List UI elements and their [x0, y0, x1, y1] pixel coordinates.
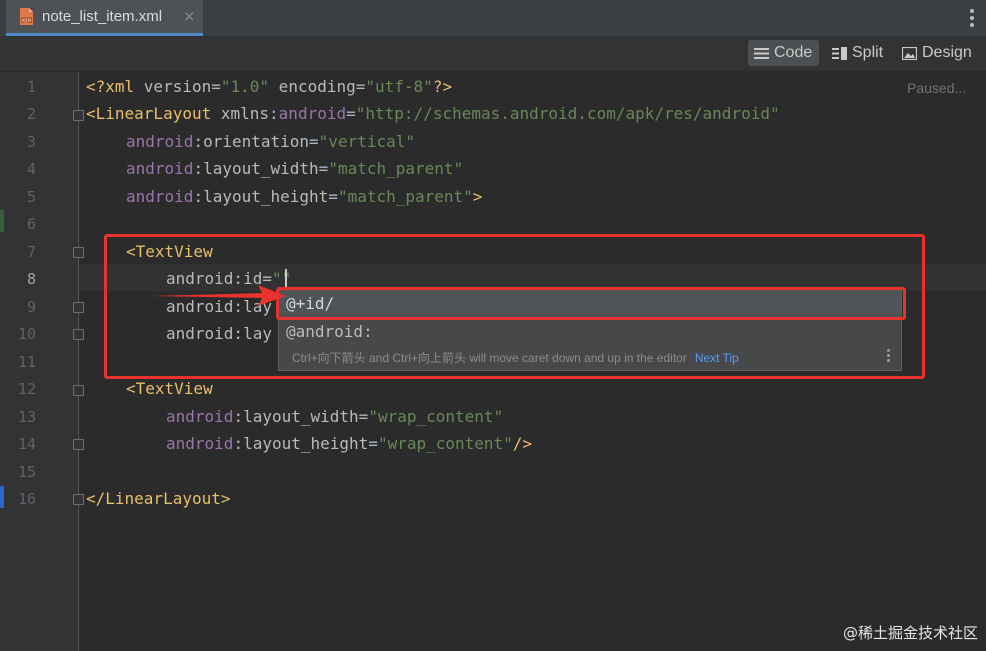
fold-marker-icon[interactable]	[73, 494, 84, 505]
more-options-icon[interactable]	[970, 9, 974, 27]
split-view-icon	[832, 46, 847, 60]
split-view-button[interactable]: Split	[826, 40, 892, 66]
line-number: 15	[17, 463, 36, 481]
editor-tab-bar: </> note_list_item.xml ×	[0, 0, 986, 37]
code-line-14[interactable]: android:layout_height="wrap_content"/>	[166, 434, 532, 454]
file-tab[interactable]: </> note_list_item.xml ×	[6, 0, 203, 36]
code-lines-icon	[754, 47, 769, 59]
line-number: 12	[17, 380, 36, 398]
image-icon	[902, 46, 917, 60]
code-line-12[interactable]: <TextView	[126, 379, 213, 399]
close-icon[interactable]: ×	[183, 7, 196, 25]
line-number: 1	[26, 78, 36, 96]
line-number: 9	[26, 298, 36, 316]
code-view-button[interactable]: Code	[748, 40, 819, 66]
line-number: 7	[26, 243, 36, 261]
design-view-label: Design	[922, 44, 972, 61]
line-number: 4	[26, 160, 36, 178]
paused-status: Paused...	[907, 80, 967, 96]
line-number: 6	[26, 215, 36, 233]
fold-marker-icon[interactable]	[73, 302, 84, 313]
line-number: 16	[17, 490, 36, 508]
fold-marker-icon[interactable]	[73, 439, 84, 450]
watermark: @稀土掘金技术社区	[842, 624, 978, 642]
code-line-2[interactable]: <LinearLayout xmlns:android="http://sche…	[86, 104, 780, 124]
line-number: 14	[17, 435, 36, 453]
line-number: 13	[17, 408, 36, 426]
fold-marker-icon[interactable]	[73, 385, 84, 396]
code-line-4[interactable]: android:layout_width="match_parent"	[126, 159, 463, 179]
code-line-16[interactable]: </LinearLayout>	[86, 489, 231, 509]
fold-marker-icon[interactable]	[73, 329, 84, 340]
annotation-arrow-icon	[150, 285, 286, 306]
code-line-5[interactable]: android:layout_height="match_parent">	[126, 187, 482, 207]
code-line-13[interactable]: android:layout_width="wrap_content"	[166, 407, 503, 427]
line-number: 8	[26, 270, 36, 288]
code-view-label: Code	[774, 44, 813, 61]
design-view-button[interactable]: Design	[896, 40, 978, 66]
line-number: 3	[26, 133, 36, 151]
xml-file-icon: </>	[20, 8, 33, 25]
annotation-highlight-box	[276, 287, 906, 320]
code-line-1[interactable]: <?xml version="1.0" encoding="utf-8"?>	[86, 77, 452, 97]
line-number: 5	[26, 188, 36, 206]
line-number: 11	[17, 353, 36, 371]
code-line-3[interactable]: android:orientation="vertical"	[126, 132, 415, 152]
line-number: 2	[26, 105, 36, 123]
split-view-label: Split	[852, 44, 884, 61]
view-mode-toolbar: Code Split Design	[0, 37, 986, 71]
fold-marker-icon[interactable]	[73, 110, 84, 121]
svg-text:</>: </>	[21, 18, 31, 24]
tab-title: note_list_item.xml	[42, 8, 163, 25]
fold-marker-icon[interactable]	[73, 247, 84, 258]
line-number: 10	[17, 325, 36, 343]
